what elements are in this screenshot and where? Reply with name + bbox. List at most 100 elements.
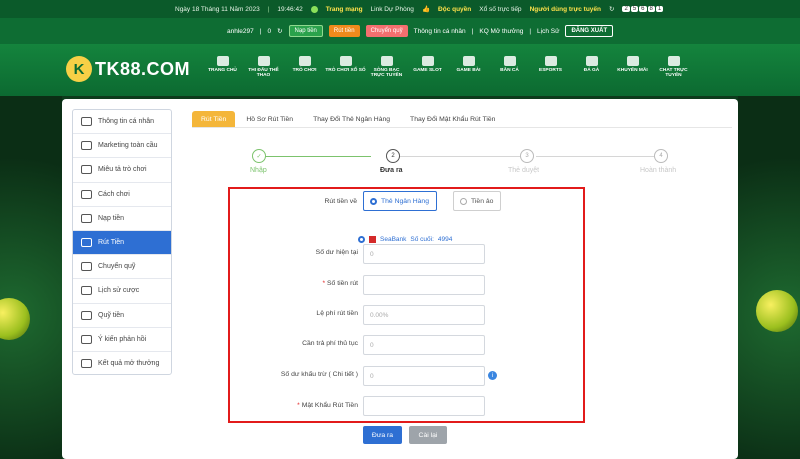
sidebar-item-deposit[interactable]: Nạp tiền <box>73 207 171 231</box>
backup-link[interactable]: Link Dự Phòng <box>371 6 414 13</box>
exclusive-link[interactable]: Độc quyền <box>438 6 471 13</box>
step-line-3 <box>536 156 654 157</box>
online-counter: 2 5 6 8 1 <box>622 6 664 12</box>
info-icon[interactable]: i <box>488 371 497 380</box>
balance-field: 0 <box>363 244 485 264</box>
nav-card-games[interactable]: GAME BÀI <box>448 56 489 78</box>
slot-icon <box>421 56 434 66</box>
sidebar-item-results[interactable]: Kết quả mở thưởng <box>73 352 171 376</box>
option-crypto[interactable]: Tiền ảo <box>453 191 501 211</box>
cards-icon <box>298 56 311 66</box>
step-4-label: Hoàn thành <box>640 167 677 174</box>
gift-icon <box>626 56 639 66</box>
fee-label: Lệ phí rút tiền <box>316 310 358 317</box>
sidebar-item-bet-history[interactable]: Lịch sử cược <box>73 279 171 304</box>
nav-esports[interactable]: ESPORTS <box>530 56 571 78</box>
deduct-field: 0 <box>363 366 485 386</box>
account-panel: Thông tin cá nhân Marketing toàn cầu Miê… <box>62 99 738 459</box>
step-1-circle: ✓ <box>252 149 266 163</box>
nav-slot[interactable]: GAME SLOT <box>407 56 448 78</box>
balance-label: Số dư hiện tại <box>315 249 358 256</box>
step-3-label: Thẻ duyệt <box>508 167 540 174</box>
nav-games[interactable]: TRÒ CHƠI <box>284 56 325 78</box>
nav-casino[interactable]: SÒNG BẠC TRỰC TUYẾN <box>366 56 407 78</box>
fee-field: 0.00% <box>363 305 485 325</box>
submit-button[interactable]: Đưa ra <box>363 426 402 444</box>
seabank-logo-icon <box>369 236 376 243</box>
password-input[interactable] <box>363 396 485 416</box>
password-label: * Mật Khẩu Rút Tiền <box>297 402 358 409</box>
withdraw-to-label: Rút tiền về <box>324 198 358 205</box>
nav-home[interactable]: TRANG CHỦ <box>202 56 243 78</box>
result-link[interactable]: KQ Mở thưởng <box>479 28 523 35</box>
list-icon <box>81 286 92 296</box>
card-last-label: Số cuối: <box>410 236 434 243</box>
gamepad-icon <box>544 56 557 66</box>
casino-icon <box>380 56 393 66</box>
step-2-label: Đưa ra <box>380 167 403 174</box>
reset-button[interactable]: Cài lại <box>409 426 447 444</box>
step-4-circle: 4 <box>654 149 668 163</box>
network-link[interactable]: Trang mạng <box>326 6 363 13</box>
top-info-bar: Ngày 18 Tháng 11 Năm 2023 | 19:46:42 Tra… <box>0 0 800 18</box>
nav-promotion[interactable]: KHUYẾN MÃI <box>612 56 653 78</box>
sidebar-item-marketing[interactable]: Marketing toàn cầu <box>73 134 171 159</box>
need-pay-field: 0 <box>363 335 485 355</box>
personal-info-link[interactable]: Thông tin cá nhân <box>414 28 466 35</box>
id-card-icon <box>81 117 92 127</box>
nav-lottery[interactable]: TRÒ CHƠI XỔ SỐ <box>325 56 366 78</box>
user-bar: anhle297 | 0 ↻ Nạp tiền Rút tiền Chuyển … <box>0 18 800 44</box>
clock-icon <box>81 359 92 369</box>
nav-fishing[interactable]: BẮN CÁ <box>489 56 530 78</box>
sidebar-item-game-description[interactable]: Miêu tả trò chơi <box>73 158 171 183</box>
withdraw-icon <box>81 238 92 248</box>
sidebar-item-withdraw[interactable]: Rút Tiền <box>73 230 171 256</box>
current-date: Ngày 18 Tháng 11 Năm 2023 <box>175 5 260 13</box>
rooster-icon <box>585 56 598 66</box>
background-right <box>738 96 800 459</box>
help-icon <box>81 189 92 199</box>
transfer-button[interactable]: Chuyển quỹ <box>365 25 408 37</box>
ball-decoration-right <box>756 290 798 332</box>
step-3-circle: 3 <box>520 149 534 163</box>
background-left <box>0 96 62 459</box>
history-link[interactable]: Lịch Sử <box>537 28 559 35</box>
bank-card-option[interactable]: SeaBank Số cuối: 4994 <box>358 236 452 243</box>
sidebar-item-transfer[interactable]: Chuyển quỹ <box>73 255 171 280</box>
nav-sports[interactable]: THI ĐẤU THỂ THAO <box>243 56 284 78</box>
main-nav: K TK88.COM TRANG CHỦ THI ĐẤU THỂ THAO TR… <box>0 44 800 96</box>
amount-input[interactable] <box>363 275 485 295</box>
site-logo[interactable]: K TK88.COM <box>66 56 190 82</box>
option-bank-card[interactable]: Thẻ Ngân Hàng <box>363 191 437 211</box>
need-pay-label: Cần trả phí thủ tục <box>302 340 358 347</box>
thumbs-up-icon: 👍 <box>421 6 431 13</box>
fish-icon <box>503 56 516 66</box>
sidebar-item-feedback[interactable]: Ý kiến phản hồi <box>73 328 171 352</box>
step-2-circle: 2 <box>386 149 400 163</box>
tab-change-bank-card[interactable]: Thay Đổi Thẻ Ngân Hàng <box>304 111 399 127</box>
online-users-label: Người dùng trực tuyến <box>529 5 602 13</box>
tab-withdraw-history[interactable]: Hồ Sơ Rút Tiền <box>237 111 302 127</box>
username: anhle297 <box>227 27 254 35</box>
nav-items: TRANG CHỦ THI ĐẤU THỂ THAO TRÒ CHƠI TRÒ … <box>202 56 694 78</box>
tab-change-withdraw-password[interactable]: Thay Đổi Mật Khẩu Rút Tiền <box>401 111 504 127</box>
logout-button[interactable]: ĐĂNG XUẤT <box>565 25 614 37</box>
deposit-button[interactable]: Nạp tiền <box>288 25 323 37</box>
tab-withdraw[interactable]: Rút Tiền <box>192 111 236 127</box>
home-icon <box>216 56 229 66</box>
bank-name: SeaBank <box>380 236 407 243</box>
nav-chat[interactable]: CHAT TRỰC TUYẾN <box>653 56 694 78</box>
step-line-1 <box>258 156 371 157</box>
refresh-balance-icon[interactable]: ↻ <box>277 27 282 35</box>
nav-cockfight[interactable]: ĐÁ GÀ <box>571 56 612 78</box>
tab-divider <box>192 127 732 128</box>
refresh-icon[interactable]: ↻ <box>609 5 614 13</box>
step-line-2 <box>387 156 520 157</box>
sidebar-item-personal-info[interactable]: Thông tin cá nhân <box>73 110 171 135</box>
current-time: 19:46:42 <box>277 5 303 13</box>
withdraw-button[interactable]: Rút tiền <box>328 25 360 37</box>
lottery-link[interactable]: Xổ số trực tiếp <box>479 6 521 13</box>
transfer-icon <box>81 262 92 272</box>
sidebar-item-funds[interactable]: Quỹ tiền <box>73 304 171 328</box>
sidebar-item-how-to-play[interactable]: Cách chơi <box>73 183 171 207</box>
